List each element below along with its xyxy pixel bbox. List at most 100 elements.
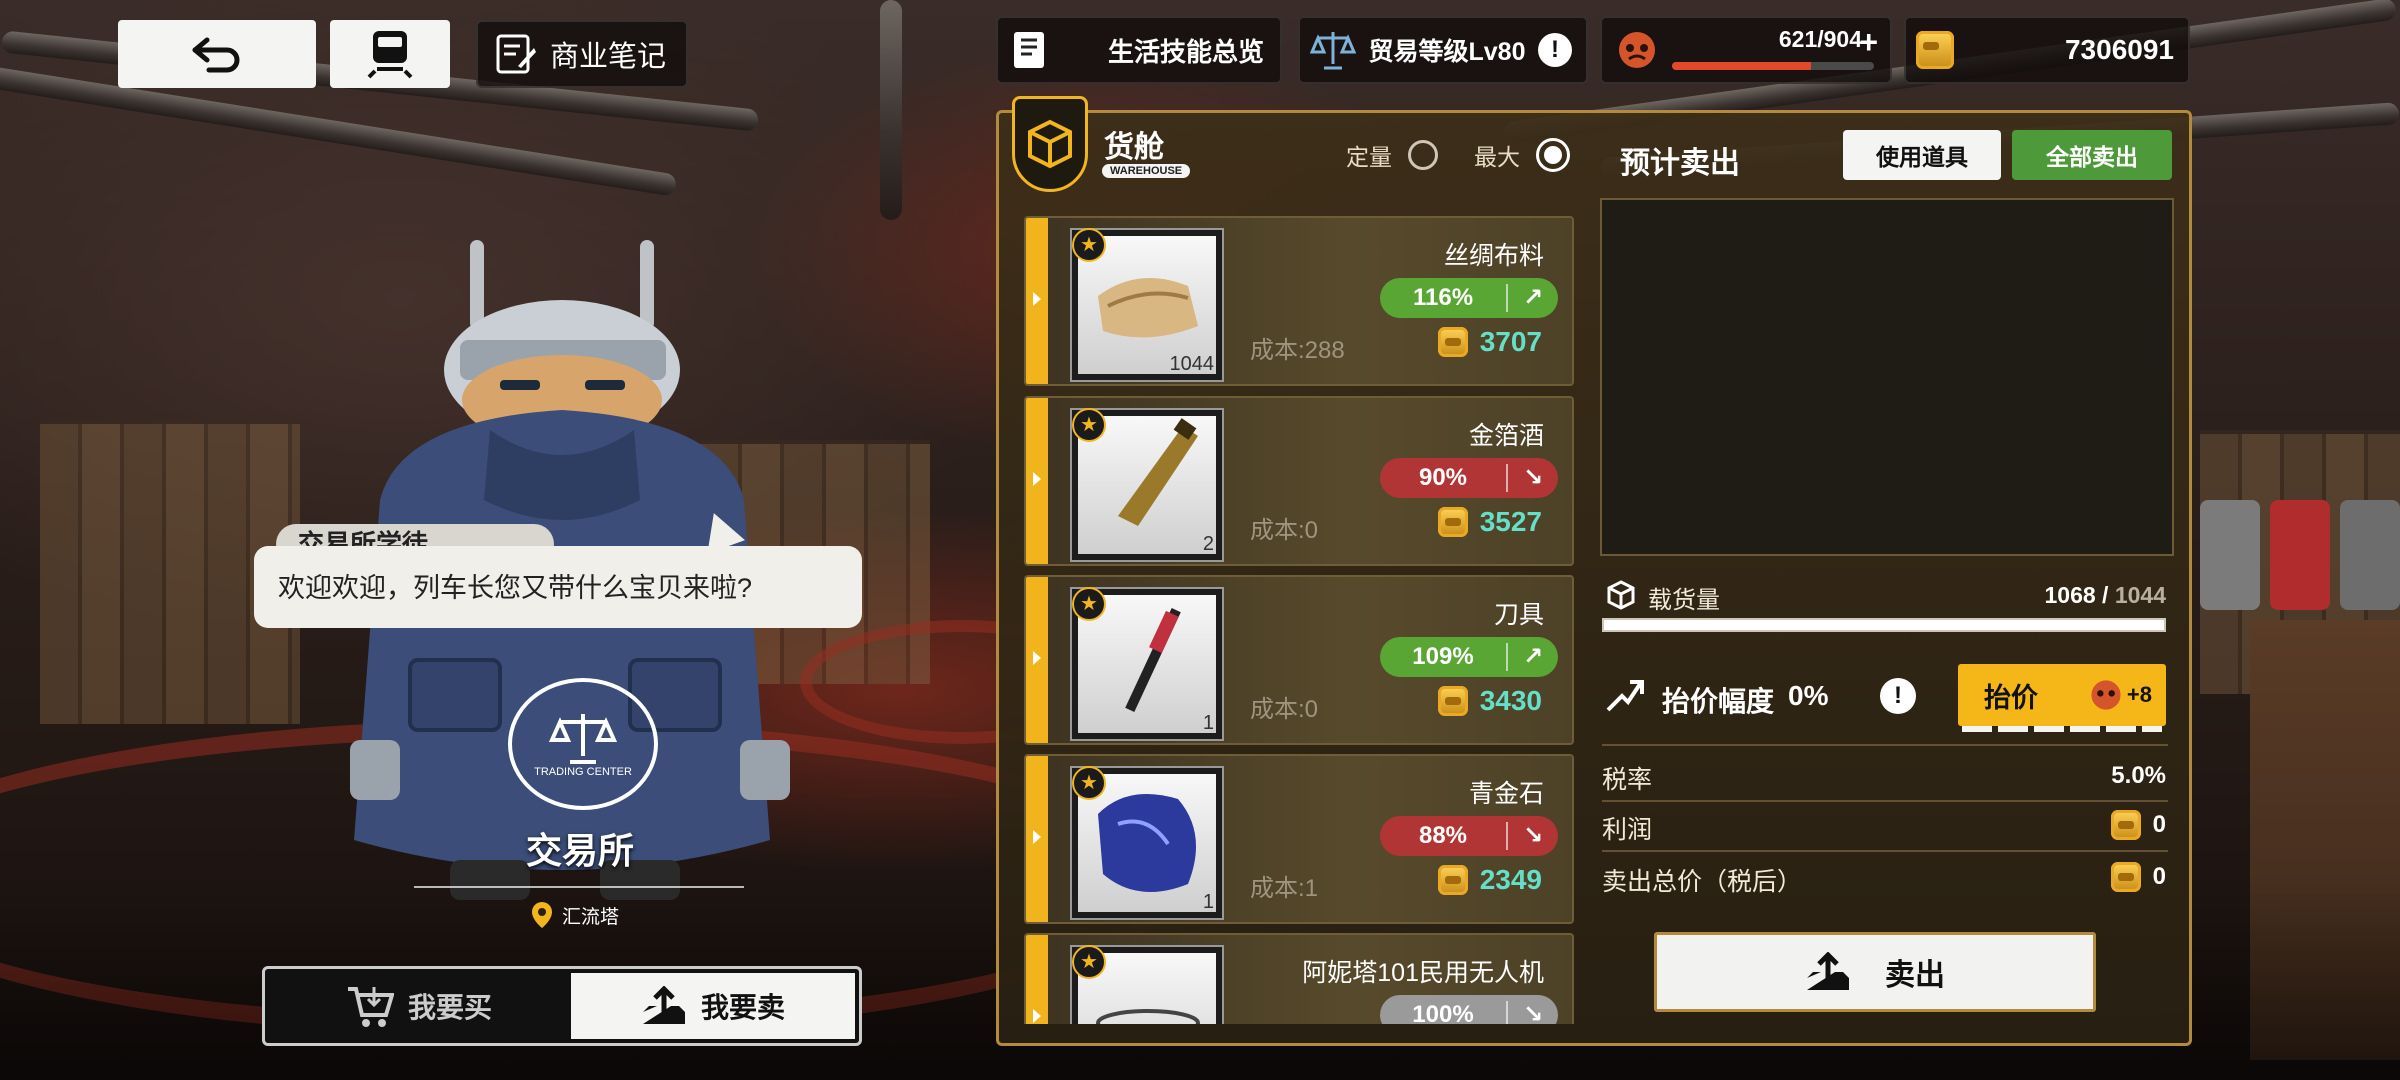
life-skills-overview-button[interactable]: 生活技能总览 [996, 16, 1282, 84]
tax-label: 税率 [1602, 766, 1653, 794]
tax-value: 5.0% [2111, 762, 2166, 789]
star-icon: ★ [1072, 945, 1106, 979]
item-quantity: 1 [1202, 891, 1214, 913]
item-expand-tab[interactable] [1026, 935, 1048, 1024]
sell-all-button[interactable]: 全部卖出 [2012, 130, 2172, 180]
raise-label: 抬价幅度 0% [1662, 680, 1828, 720]
price-percent: 90% [1418, 464, 1468, 491]
item-price-value: 3527 [1479, 506, 1542, 537]
raise-label-text: 抬价幅度 [1662, 686, 1775, 717]
raise-info-icon[interactable]: ! [1880, 678, 1916, 714]
trend-arrow-icon: ↘ [1506, 464, 1558, 492]
use-item-button[interactable]: 使用道具 [1843, 130, 2001, 180]
mode-fixed-option[interactable]: 定量 [1346, 138, 1438, 172]
sell-button[interactable]: 卖出 [1654, 932, 2096, 1012]
train-icon [367, 31, 413, 79]
item-quantity: 2 [1202, 533, 1214, 555]
cargo-badge [1012, 96, 1088, 192]
use-item-label: 使用道具 [1876, 144, 1968, 170]
item-expand-tab[interactable] [1026, 218, 1048, 384]
star-icon: ★ [1072, 766, 1106, 800]
raise-cost: +8 [2126, 682, 2152, 707]
trend-arrow-icon: ↗ [1506, 643, 1558, 671]
trade-level-panel[interactable]: 贸易等级Lv80 ! [1298, 16, 1588, 84]
cargo-item[interactable]: 1 ★ 青金石 88% ↘ 成本:1 2349 [1024, 754, 1574, 924]
gold-coin-icon [1916, 31, 1954, 69]
stamina-face-icon [1619, 32, 1655, 68]
npc-dialogue-bubble: 欢迎欢迎，列车长您又带什么宝贝来啦? [254, 546, 862, 628]
location-tag: 汇流塔 [530, 900, 619, 930]
cargo-item[interactable]: ★ 阿妮塔101民用无人机 100% ↘ [1024, 933, 1574, 1024]
trading-center-emblem: TRADING CENTER [508, 678, 658, 810]
tab-buy-label: 我要买 [407, 992, 492, 1023]
cart-icon [347, 987, 394, 1027]
sell-preview-area [1600, 198, 2174, 556]
cargo-item[interactable]: 1044 ★ 丝绸布料 116% ↗ 成本:288 3707 [1024, 216, 1574, 386]
price-percent-badge: 100% ↘ [1380, 995, 1558, 1024]
emblem-text: TRADING CENTER [534, 766, 632, 778]
gold-coin-icon [1437, 507, 1468, 537]
gold-panel: 7306091 [1904, 16, 2190, 84]
location-pin-icon [532, 902, 552, 928]
mode-max-radio[interactable] [1536, 138, 1570, 172]
back-button[interactable] [118, 20, 316, 88]
trade-mode-tabs: 我要买 我要卖 [262, 966, 862, 1046]
cargo-list[interactable]: 1044 ★ 丝绸布料 116% ↗ 成本:288 3707 2 ★ 金箔酒 90% ↘ 成本:0 352… [1018, 212, 1582, 1024]
trend-up-arrow-icon [1606, 680, 1644, 712]
info-icon[interactable]: ! [1537, 33, 1572, 67]
item-name: 刀具 [1493, 601, 1544, 629]
star-icon: ★ [1072, 587, 1106, 621]
trend-arrow-icon: ↘ [1506, 1001, 1558, 1024]
star-icon: ★ [1072, 228, 1106, 262]
raise-price-button[interactable]: 抬价 +8 [1958, 664, 2166, 726]
item-cost: 成本:288 [1250, 337, 1345, 364]
item-expand-tab[interactable] [1026, 756, 1048, 922]
notebook-icon [496, 34, 536, 74]
stamina-face-icon [2091, 680, 2121, 710]
upload-tray-icon [642, 986, 685, 1024]
item-sell-price: 3527 [1437, 506, 1542, 538]
mode-max-label: 最大 [1474, 144, 1520, 170]
tab-sell[interactable]: 我要卖 [571, 973, 855, 1039]
stamina-bar [1672, 62, 1874, 70]
mode-fixed-radio[interactable] [1408, 140, 1438, 170]
load-max: 1044 [2114, 582, 2166, 608]
cargo-item[interactable]: 2 ★ 金箔酒 90% ↘ 成本:0 3527 [1024, 396, 1574, 566]
sell-preview-title: 预计卖出 [1620, 147, 1740, 180]
item-name: 丝绸布料 [1443, 242, 1544, 270]
item-quantity: 1044 [1169, 353, 1215, 375]
profit-value: 0 [2152, 811, 2166, 838]
sell-all-label: 全部卖出 [2046, 144, 2138, 170]
add-stamina-icon[interactable]: + [1859, 24, 1878, 61]
gold-coin-icon [2110, 810, 2141, 840]
train-button[interactable] [330, 20, 450, 88]
tab-sell-label: 我要卖 [700, 992, 785, 1023]
stamina-panel[interactable]: 621/904 + [1600, 16, 1892, 84]
item-expand-tab[interactable] [1026, 398, 1048, 564]
cargo-item[interactable]: 1 ★ 刀具 109% ↗ 成本:0 3430 [1024, 575, 1574, 745]
scales-icon [1310, 32, 1356, 70]
trend-arrow-icon: ↗ [1506, 284, 1558, 312]
price-percent-badge: 90% ↘ [1380, 458, 1558, 498]
stamina-bar-fill [1672, 62, 1811, 70]
mode-max-option[interactable]: 最大 [1474, 138, 1570, 172]
warehouse-badge: WAREHOUSE [1102, 164, 1191, 178]
mode-fixed-label: 定量 [1346, 144, 1392, 170]
price-percent-badge: 109% ↗ [1380, 637, 1558, 677]
cargo-load-icon [1607, 580, 1635, 610]
item-expand-tab[interactable] [1026, 577, 1048, 743]
tab-buy[interactable]: 我要买 [269, 973, 569, 1039]
trend-arrow-icon: ↘ [1506, 822, 1558, 850]
load-readout: 1068 / 1044 [2044, 582, 2166, 609]
price-percent: 100% [1412, 1001, 1474, 1024]
load-bar [1602, 618, 2166, 632]
raise-button-label: 抬价 [1984, 682, 2038, 713]
total-value: 0 [2152, 863, 2166, 890]
item-sell-price: 3707 [1437, 326, 1542, 358]
gold-coin-icon [1437, 865, 1468, 895]
business-notes-button[interactable]: 商业笔记 [476, 20, 688, 88]
load-current: 1068 [2044, 582, 2096, 608]
stamina-value: 621/904 [1778, 26, 1862, 52]
item-quantity: 1 [1202, 712, 1214, 734]
price-percent: 116% [1412, 284, 1474, 311]
